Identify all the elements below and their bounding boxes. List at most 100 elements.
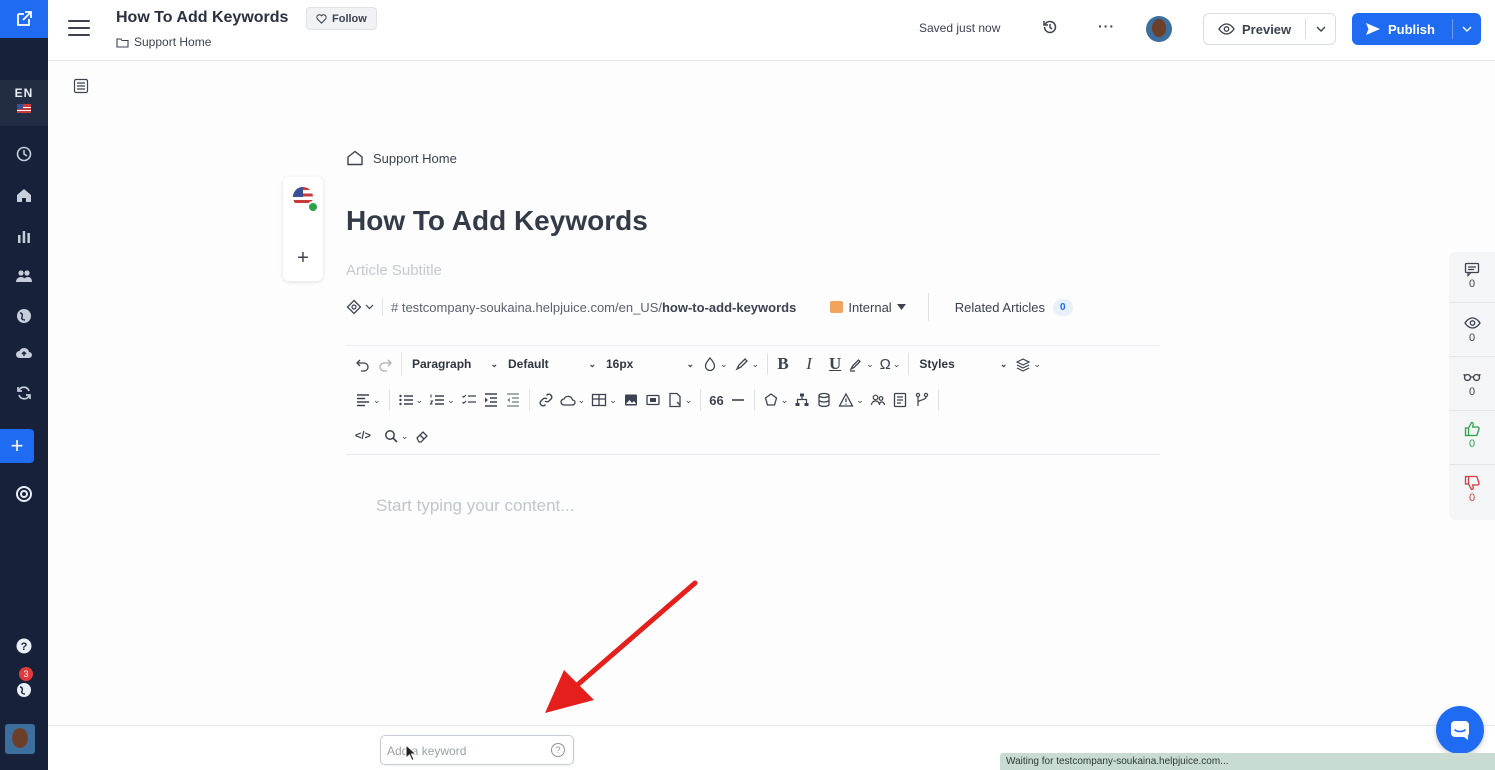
styles-select[interactable]: Styles ⌄ bbox=[914, 352, 1012, 376]
underline-button[interactable]: U bbox=[825, 352, 845, 376]
publish-label: Publish bbox=[1388, 21, 1435, 37]
dislikes-count: 0 bbox=[1468, 492, 1476, 504]
revision-history-icon[interactable] bbox=[1041, 18, 1059, 41]
user-avatar[interactable] bbox=[5, 724, 35, 754]
publish-dropdown-chevron-icon[interactable] bbox=[1452, 19, 1481, 39]
italic-button[interactable]: I bbox=[799, 352, 819, 376]
chat-support-button[interactable] bbox=[1436, 706, 1484, 754]
keyword-help-icon[interactable]: ? bbox=[551, 743, 565, 757]
plus-icon: + bbox=[10, 433, 24, 458]
shapes-icon[interactable]: ⌄ bbox=[760, 388, 792, 412]
bold-button[interactable]: B bbox=[773, 352, 793, 376]
add-new-button[interactable]: + bbox=[0, 429, 34, 463]
mouse-cursor-icon bbox=[405, 744, 417, 762]
red-arrow-annotation bbox=[545, 580, 698, 713]
editor-toolbar: Paragraph ⌄ Default ⌄ 16px ⌄ ⌄ ⌄ B I U ⌄ Ω ⌄… bbox=[346, 345, 1160, 455]
svg-text:?: ? bbox=[21, 641, 28, 653]
home-outline-icon bbox=[347, 150, 363, 166]
omega-icon: Ω bbox=[879, 355, 891, 373]
article-breadcrumb[interactable]: Support Home bbox=[346, 150, 457, 166]
users-icon[interactable] bbox=[0, 262, 48, 290]
image-icon[interactable] bbox=[620, 388, 642, 412]
home-icon[interactable] bbox=[0, 181, 48, 209]
history-icon[interactable] bbox=[0, 140, 48, 168]
help-icon[interactable]: ? bbox=[0, 632, 48, 660]
align-left-icon[interactable]: ⌄ bbox=[352, 388, 384, 412]
outdent-icon[interactable] bbox=[502, 388, 524, 412]
link-icon[interactable] bbox=[535, 388, 557, 412]
comments-stat[interactable]: 0 bbox=[1449, 260, 1495, 290]
font-family-value: Default bbox=[508, 357, 549, 371]
views-stat[interactable]: 0 bbox=[1449, 314, 1495, 344]
paragraph-format-select[interactable]: Paragraph ⌄ bbox=[407, 352, 503, 376]
visibility-dropdown[interactable]: Internal bbox=[830, 293, 929, 321]
cloud-upload-icon[interactable] bbox=[0, 339, 48, 367]
highlight-icon[interactable]: ⌄ bbox=[845, 352, 877, 376]
code-view-icon[interactable]: </> bbox=[352, 424, 374, 448]
author-avatar[interactable] bbox=[1146, 16, 1172, 42]
font-size-select[interactable]: 16px ⌄ bbox=[601, 352, 699, 376]
preview-button[interactable]: Preview bbox=[1203, 13, 1336, 45]
numbered-list-icon[interactable]: ⌄ bbox=[426, 388, 458, 412]
quote-icon[interactable]: 66 bbox=[706, 388, 726, 412]
background-color-icon[interactable]: ⌄ bbox=[731, 352, 763, 376]
templates-icon[interactable]: ⌄ bbox=[1012, 352, 1044, 376]
redo-icon[interactable] bbox=[374, 352, 396, 376]
clear-formatting-icon[interactable] bbox=[411, 424, 433, 448]
menu-icon[interactable] bbox=[68, 20, 90, 38]
find-replace-icon[interactable]: ⌄ bbox=[380, 424, 412, 448]
file-insert-icon[interactable]: ⌄ bbox=[664, 388, 696, 412]
text-color-icon[interactable]: ⌄ bbox=[699, 352, 731, 376]
table-of-contents-icon[interactable] bbox=[73, 78, 89, 99]
folder-label: Support Home bbox=[134, 35, 212, 49]
readers-stat[interactable]: 0 bbox=[1449, 368, 1495, 398]
checklist-icon[interactable] bbox=[458, 388, 480, 412]
add-translation-button[interactable]: + bbox=[283, 247, 323, 270]
article-meta-row: # testcompany-soukaina.helpjuice.com/en_… bbox=[346, 293, 1160, 321]
related-articles[interactable]: Related Articles 0 bbox=[955, 298, 1073, 316]
more-options-icon[interactable]: ··· bbox=[1098, 18, 1115, 34]
cloud-insert-icon[interactable]: ⌄ bbox=[557, 388, 589, 412]
notification-badge: 3 bbox=[19, 667, 33, 681]
horizontal-rule-icon[interactable] bbox=[727, 388, 749, 412]
video-icon[interactable] bbox=[642, 388, 664, 412]
publish-button[interactable]: Publish bbox=[1352, 13, 1481, 45]
indent-icon[interactable] bbox=[480, 388, 502, 412]
related-count-badge: 0 bbox=[1053, 298, 1073, 316]
undo-icon[interactable] bbox=[352, 352, 374, 376]
analytics-icon[interactable] bbox=[0, 222, 48, 250]
tag-selector[interactable] bbox=[346, 298, 383, 316]
font-size-value: 16px bbox=[606, 357, 634, 371]
eye-icon bbox=[1449, 314, 1495, 332]
folder-breadcrumb[interactable]: Support Home bbox=[116, 35, 211, 49]
sitemap-icon[interactable] bbox=[791, 388, 813, 412]
dislikes-stat[interactable]: 0 bbox=[1449, 474, 1495, 504]
database-icon[interactable] bbox=[813, 388, 835, 412]
embed-article-icon[interactable] bbox=[889, 388, 911, 412]
building-icon bbox=[830, 301, 844, 313]
follow-button[interactable]: Follow bbox=[306, 7, 377, 30]
likes-count: 0 bbox=[1468, 438, 1476, 450]
support-lifebuoy-icon[interactable] bbox=[0, 480, 48, 508]
people-icon[interactable] bbox=[867, 388, 889, 412]
language-switcher[interactable]: EN bbox=[0, 80, 48, 126]
tag-icon bbox=[346, 299, 362, 315]
bullet-list-icon[interactable]: ⌄ bbox=[395, 388, 427, 412]
warning-icon[interactable]: ⌄ bbox=[835, 388, 867, 412]
open-external-icon[interactable] bbox=[0, 0, 48, 38]
font-family-select[interactable]: Default ⌄ bbox=[503, 352, 601, 376]
preview-dropdown-chevron-icon[interactable] bbox=[1305, 19, 1335, 39]
article-subtitle-field[interactable]: Article Subtitle bbox=[346, 262, 442, 279]
content-editor[interactable]: Start typing your content... bbox=[376, 496, 574, 516]
special-characters-button[interactable]: Ω ⌄ bbox=[877, 352, 904, 376]
article-url[interactable]: # testcompany-soukaina.helpjuice.com/en_… bbox=[383, 300, 796, 315]
likes-stat[interactable]: 0 bbox=[1449, 420, 1495, 450]
globe-icon[interactable] bbox=[0, 302, 48, 330]
article-title[interactable]: How To Add Keywords bbox=[346, 205, 648, 237]
top-bar: How To Add Keywords Follow Support Home … bbox=[48, 0, 1495, 61]
comment-icon bbox=[1449, 260, 1495, 278]
comments-count: 0 bbox=[1468, 278, 1476, 290]
branch-icon[interactable] bbox=[911, 388, 933, 412]
sync-icon[interactable] bbox=[0, 379, 48, 407]
table-icon[interactable]: ⌄ bbox=[588, 388, 620, 412]
